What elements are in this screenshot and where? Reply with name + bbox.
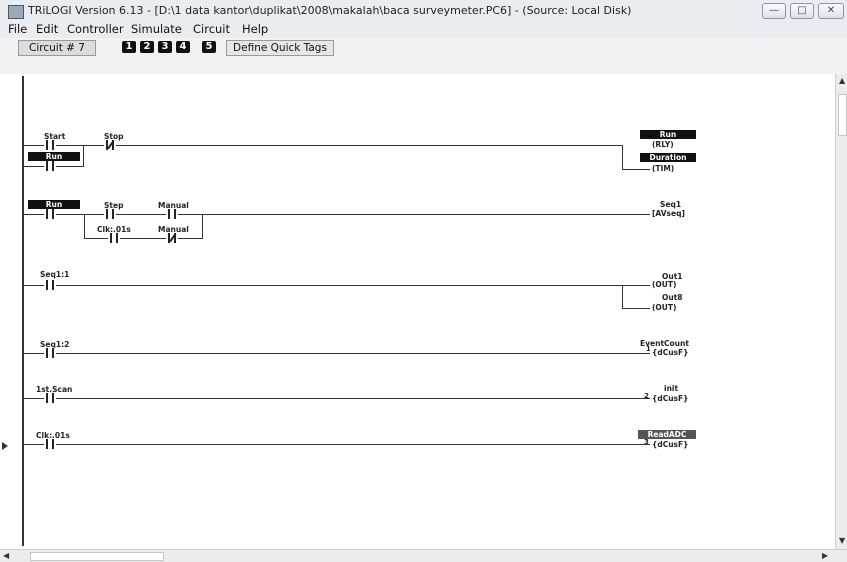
- rung-3-wire: [23, 285, 650, 286]
- coil-number-2: 2: [644, 392, 649, 400]
- scroll-left-icon[interactable]: ◀: [3, 551, 9, 560]
- contact-clk-6[interactable]: [44, 439, 56, 449]
- coil-type-rly[interactable]: (RLY): [650, 140, 674, 149]
- coil-type-avseq[interactable]: [AVseq]: [650, 209, 685, 218]
- quick-tag-4-button[interactable]: 4: [176, 41, 190, 53]
- vertical-scrollbar[interactable]: ▲ ▼: [835, 74, 847, 549]
- title-bar: TRiLOGI Version 6.13 - [D:\1 data kantor…: [0, 0, 847, 41]
- close-button[interactable]: ✕: [818, 3, 844, 19]
- coil-name-out8: Out8: [662, 293, 683, 302]
- menu-controller[interactable]: Controller: [67, 22, 124, 36]
- contact-seq1-1[interactable]: [44, 280, 56, 290]
- menu-edit[interactable]: Edit: [36, 22, 58, 36]
- toolbar: Circuit # 7 1 2 3 4 5 Define Quick Tags: [0, 38, 847, 74]
- scroll-up-icon[interactable]: ▲: [839, 76, 845, 85]
- rung-1-coil-branch: [622, 145, 623, 169]
- quick-tag-3-button[interactable]: 3: [158, 41, 172, 53]
- window-title: TRiLOGI Version 6.13 - [D:\1 data kantor…: [28, 4, 632, 17]
- circuit-selector[interactable]: Circuit # 7: [18, 40, 96, 56]
- minimize-icon: —: [769, 5, 779, 16]
- contact-manual-nc[interactable]: [166, 233, 178, 243]
- rung-1-coil-branch-wire: [622, 169, 650, 170]
- rung-2-branch-wire: [84, 238, 203, 239]
- coil-name-init: init: [664, 384, 679, 393]
- menu-file[interactable]: File: [8, 22, 27, 36]
- rung-2-wire: [23, 214, 650, 215]
- rung-1-branch-right: [83, 145, 84, 166]
- rung-4-wire: [23, 353, 650, 354]
- contact-label-seq1-1: Seq1:1: [40, 270, 70, 279]
- coil-number-3: 3: [644, 438, 649, 446]
- maximize-button[interactable]: □: [790, 3, 814, 19]
- quick-tag-5-button[interactable]: 5: [202, 41, 216, 53]
- rung-3-coil-branch-wire: [622, 308, 650, 309]
- rung-2-branch-right: [202, 214, 203, 239]
- contact-step[interactable]: [104, 209, 116, 219]
- coil-type-dcusf-1[interactable]: {dCusF}: [650, 348, 689, 357]
- contact-manual[interactable]: [166, 209, 178, 219]
- menu-help[interactable]: Help: [242, 22, 268, 36]
- current-rung-pointer-icon: [2, 442, 8, 450]
- rung-5-wire: [23, 398, 650, 399]
- contact-stop-nc[interactable]: [104, 140, 116, 150]
- minimize-button[interactable]: —: [762, 3, 786, 19]
- coil-type-tim[interactable]: (TIM): [650, 164, 675, 173]
- rung-6-wire: [23, 444, 650, 445]
- coil-name-run: Run: [640, 130, 696, 139]
- contact-start[interactable]: [44, 140, 56, 150]
- coil-type-dcusf-3[interactable]: {dCusF}: [650, 440, 689, 449]
- maximize-icon: □: [797, 5, 807, 16]
- coil-type-out-1[interactable]: (OUT): [650, 280, 677, 289]
- menu-circuit[interactable]: Circuit: [193, 22, 230, 36]
- scroll-down-icon[interactable]: ▼: [839, 536, 845, 545]
- contact-clk[interactable]: [108, 233, 120, 243]
- define-quick-tags-button[interactable]: Define Quick Tags: [226, 40, 334, 56]
- menu-simulate[interactable]: Simulate: [131, 22, 182, 36]
- quick-tag-2-button[interactable]: 2: [140, 41, 154, 53]
- quick-tag-1-button[interactable]: 1: [122, 41, 136, 53]
- coil-name-duration: Duration: [640, 153, 696, 162]
- coil-type-dcusf-2[interactable]: {dCusF}: [650, 394, 689, 403]
- close-icon: ✕: [826, 5, 836, 16]
- app-icon: [8, 5, 24, 19]
- left-power-rail: [22, 76, 24, 546]
- scroll-right-icon[interactable]: ▶: [822, 551, 828, 560]
- horizontal-scroll-thumb[interactable]: [30, 552, 164, 561]
- contact-run-latch[interactable]: [44, 161, 56, 171]
- contact-label-run-latch: Run: [28, 152, 80, 161]
- coil-type-out-8[interactable]: (OUT): [650, 303, 677, 312]
- horizontal-scrollbar[interactable]: ◀ ▶: [0, 549, 847, 562]
- rung-2-branch-left: [84, 214, 85, 239]
- contact-run[interactable]: [44, 209, 56, 219]
- coil-name-seq1: Seq1: [660, 200, 682, 209]
- contact-label-run: Run: [28, 200, 80, 209]
- contact-1st-scan[interactable]: [44, 393, 56, 403]
- contact-seq1-2[interactable]: [44, 348, 56, 358]
- rung-3-coil-branch: [622, 285, 623, 308]
- vertical-scroll-thumb[interactable]: [838, 94, 847, 136]
